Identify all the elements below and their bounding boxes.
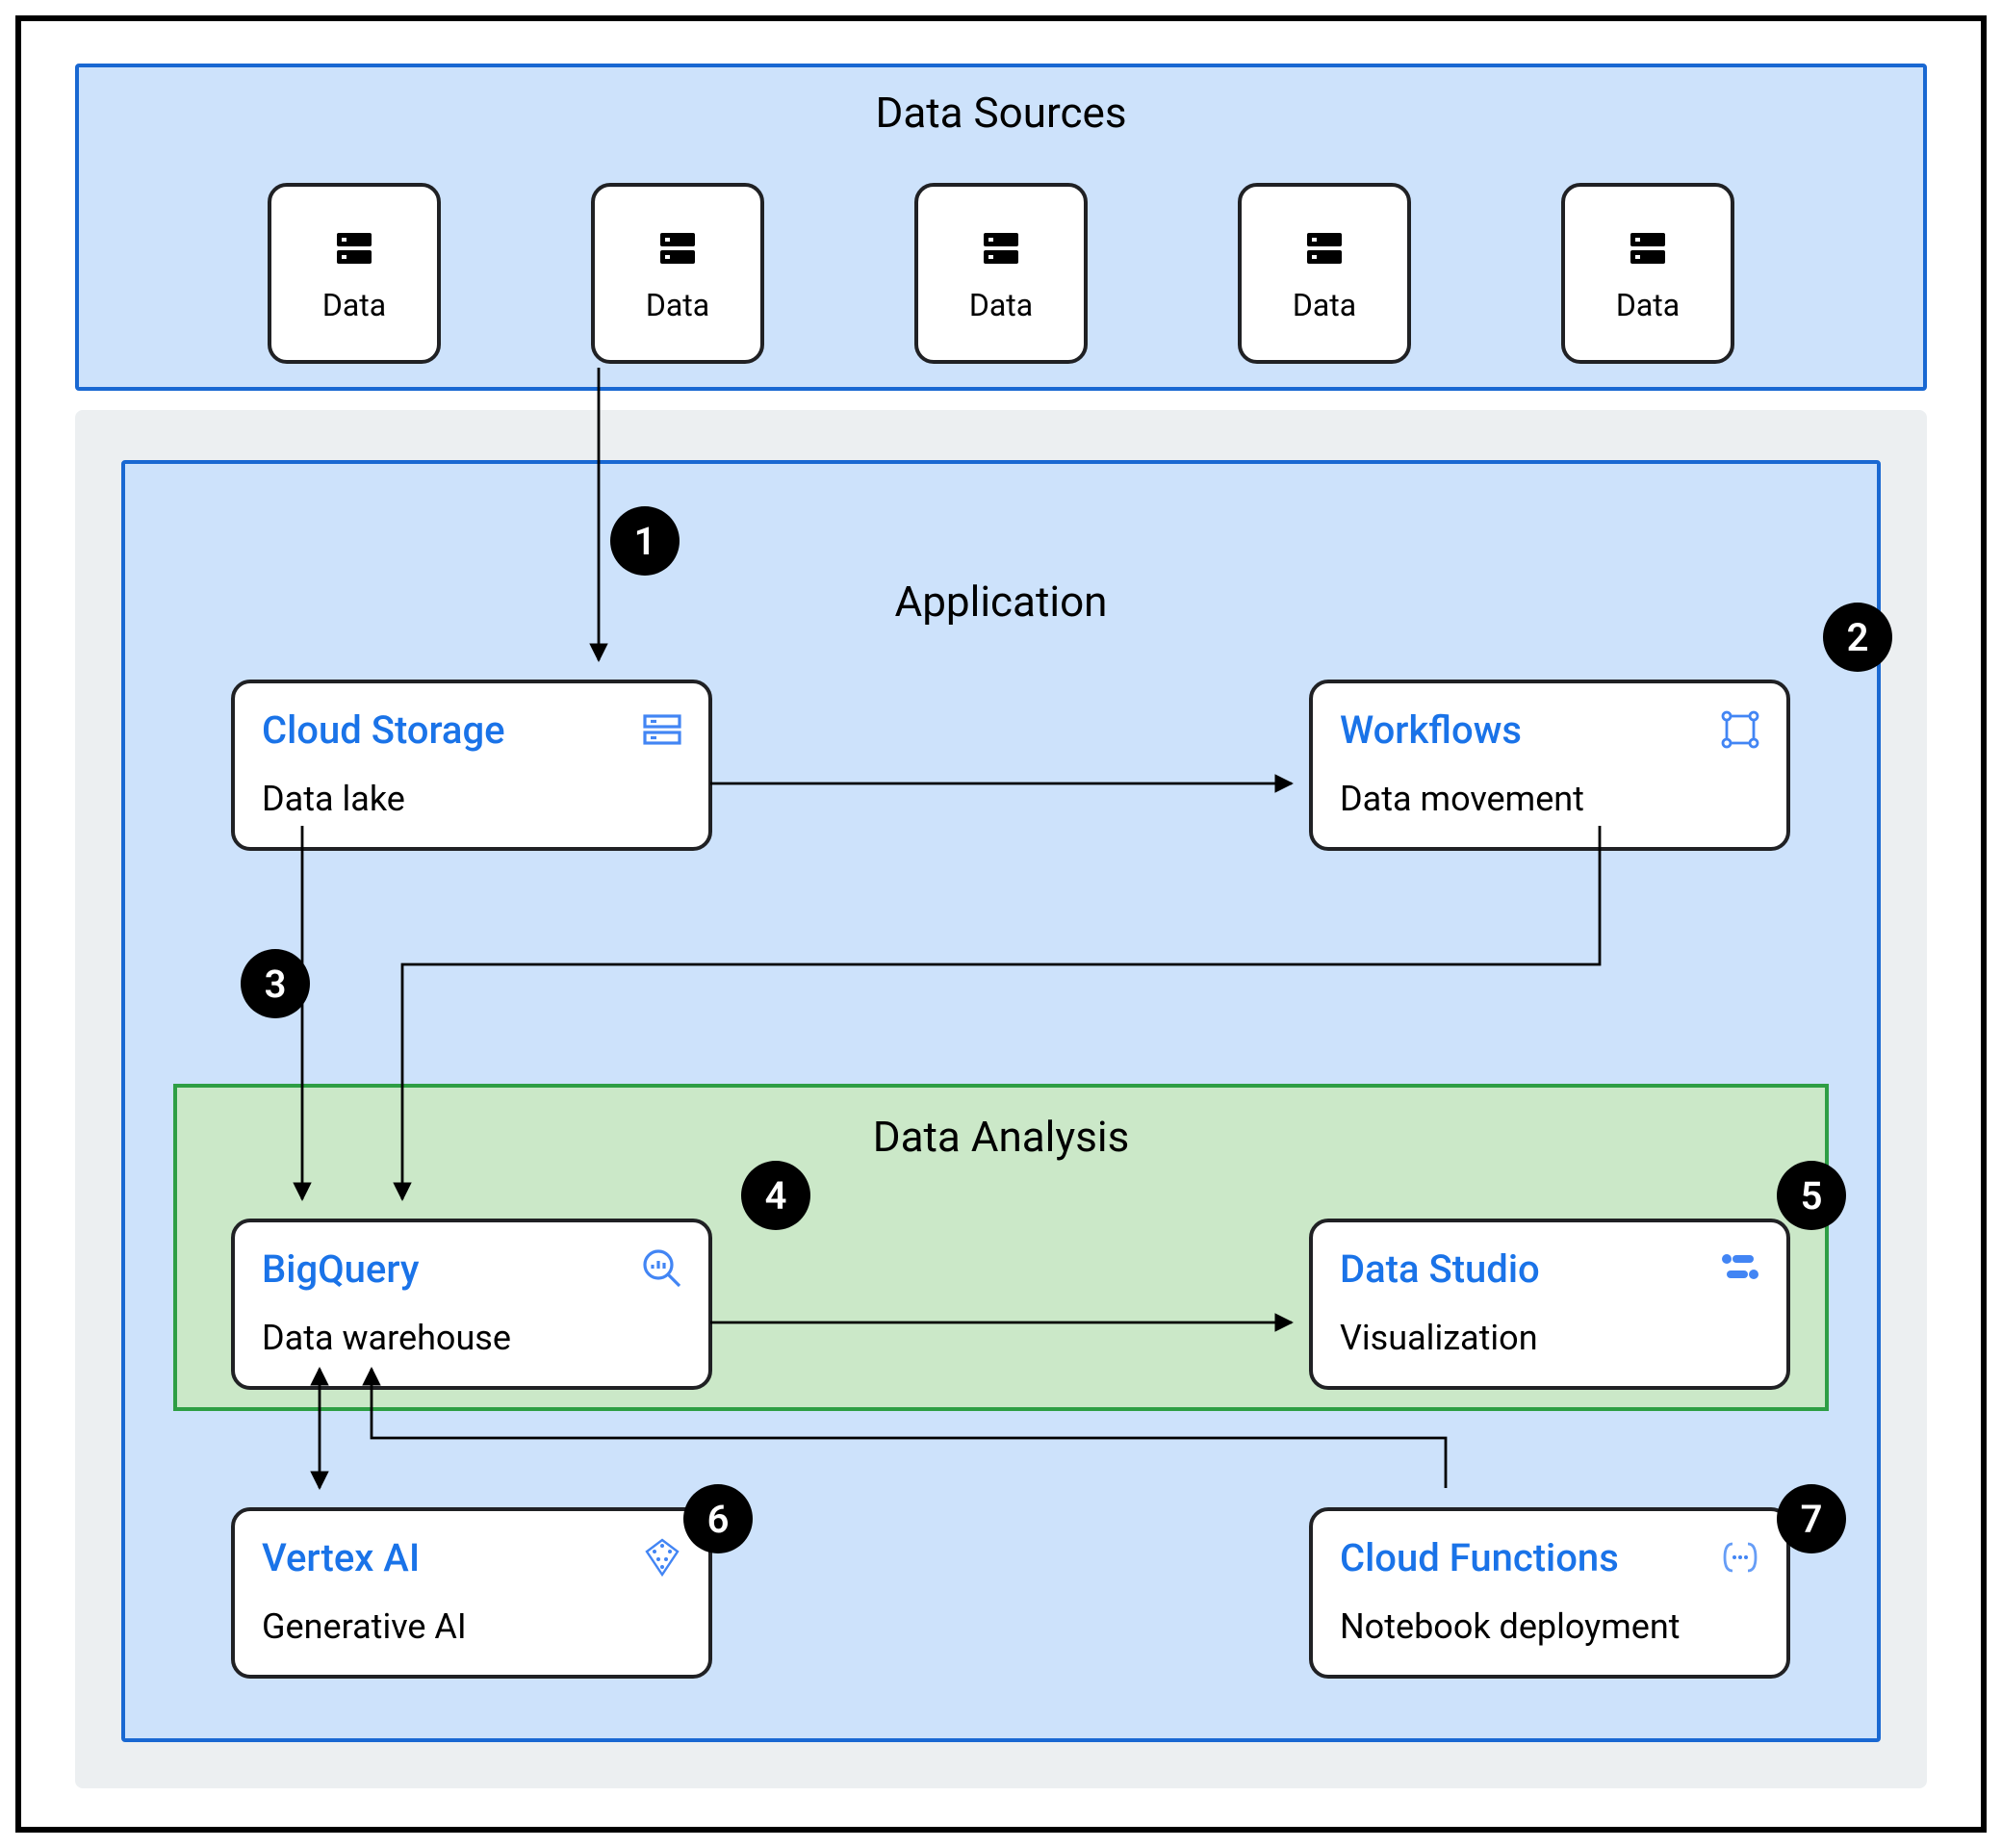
card-subtitle: Data lake: [262, 780, 681, 820]
data-studio-icon: [1717, 1245, 1763, 1292]
server-icon: [1625, 224, 1671, 270]
card-cloud-storage: Cloud Storage Data lake: [231, 680, 712, 851]
step-badge-4: 4: [741, 1161, 810, 1230]
card-subtitle: Notebook deployment: [1340, 1607, 1759, 1648]
section-application: Application Data Analysis Cloud Storage …: [121, 460, 1881, 1742]
workflows-icon: [1717, 706, 1763, 753]
data-box-label: Data: [646, 286, 709, 322]
card-vertex-ai: Vertex AI Generative AI: [231, 1507, 712, 1679]
data-box-label: Data: [969, 286, 1033, 322]
section-title-application: Application: [125, 579, 1877, 628]
data-box: Data: [1561, 183, 1734, 364]
vertex-ai-icon: [639, 1534, 685, 1580]
server-icon: [331, 224, 377, 270]
card-data-studio: Data Studio Visualization: [1309, 1219, 1790, 1390]
card-workflows: Workflows Data movement: [1309, 680, 1790, 851]
data-box-label: Data: [1293, 286, 1356, 322]
card-title: Cloud Functions: [1340, 1534, 1759, 1580]
data-box: Data: [1238, 183, 1411, 364]
card-bigquery: BigQuery Data warehouse: [231, 1219, 712, 1390]
step-badge-2: 2: [1823, 603, 1892, 672]
bigquery-icon: [639, 1245, 685, 1292]
card-cloud-functions: Cloud Functions Notebook deployment: [1309, 1507, 1790, 1679]
card-title: Vertex AI: [262, 1534, 681, 1580]
card-title: Data Studio: [1340, 1245, 1759, 1292]
section-title-data-analysis: Data Analysis: [177, 1115, 1825, 1163]
data-box: Data: [591, 183, 764, 364]
step-badge-6: 6: [683, 1484, 753, 1553]
data-box-label: Data: [1616, 286, 1680, 322]
data-box: Data: [268, 183, 441, 364]
card-title: Cloud Storage: [262, 706, 681, 753]
step-badge-1: 1: [610, 506, 680, 576]
step-badge-7: 7: [1777, 1484, 1846, 1553]
data-box: Data: [914, 183, 1088, 364]
server-icon: [1301, 224, 1348, 270]
card-subtitle: Data warehouse: [262, 1319, 681, 1359]
step-badge-5: 5: [1777, 1161, 1846, 1230]
section-data-sources: Data Sources Data Data: [75, 64, 1927, 391]
server-icon: [654, 224, 701, 270]
step-badge-3: 3: [241, 949, 310, 1018]
server-icon: [978, 224, 1024, 270]
card-subtitle: Generative AI: [262, 1607, 681, 1648]
data-box-label: Data: [322, 286, 386, 322]
cloud-functions-icon: [1717, 1534, 1763, 1580]
card-subtitle: Visualization: [1340, 1319, 1759, 1359]
card-title: Workflows: [1340, 706, 1759, 753]
section-title-data-sources: Data Sources: [79, 90, 1923, 139]
storage-icon: [639, 706, 685, 753]
card-title: BigQuery: [262, 1245, 681, 1292]
card-subtitle: Data movement: [1340, 780, 1759, 820]
diagram-frame: Data Sources Data Data: [15, 15, 1987, 1833]
